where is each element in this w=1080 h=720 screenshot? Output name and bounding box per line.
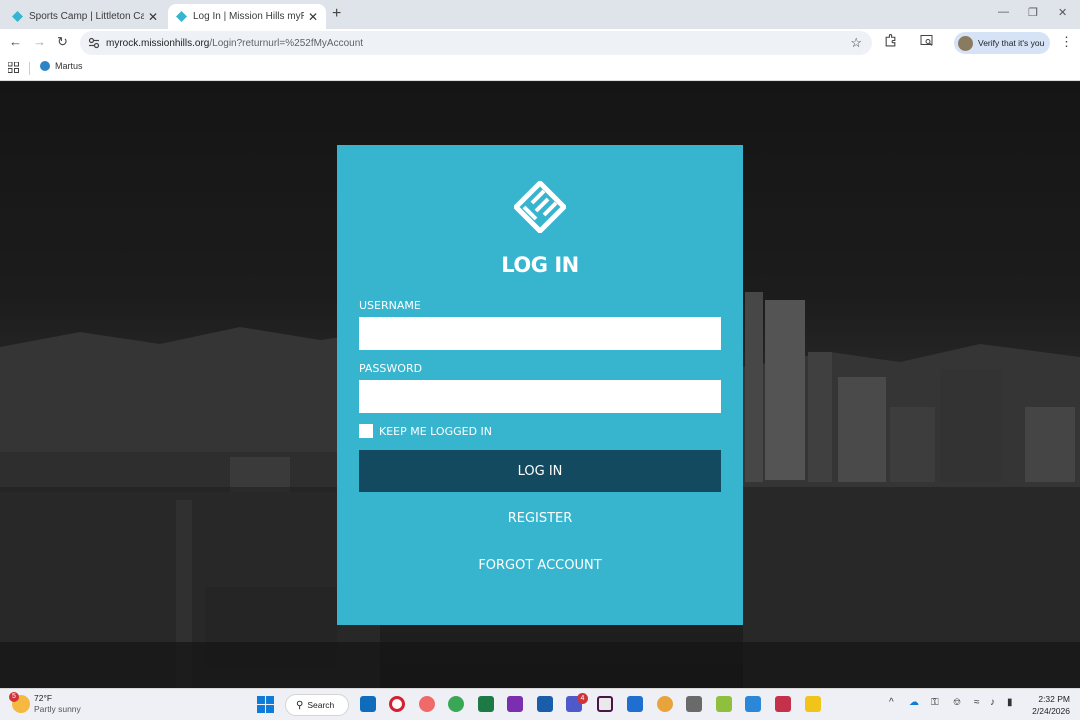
windows-start-icon[interactable] <box>257 696 274 713</box>
verify-identity-button[interactable]: Verify that it's you <box>954 32 1050 54</box>
excel-icon[interactable] <box>478 696 494 712</box>
back-button[interactable]: ← <box>9 35 22 48</box>
file-explorer-icon[interactable] <box>805 696 821 712</box>
tab-search-icon[interactable] <box>920 34 934 47</box>
clock-date: 2/24/2026 <box>1032 706 1070 716</box>
microphone-icon[interactable]: ⎊ <box>953 697 961 708</box>
store-icon[interactable] <box>745 696 761 712</box>
asana-icon[interactable] <box>419 696 435 712</box>
mission-hills-favicon-icon <box>12 11 23 22</box>
battery-icon[interactable]: ▮ <box>1007 697 1013 708</box>
login-button[interactable]: LOG IN <box>359 450 721 492</box>
show-hidden-icons-icon[interactable]: ^ <box>889 697 894 708</box>
profile-avatar <box>958 35 973 51</box>
calculator-icon[interactable] <box>686 696 702 712</box>
minimize-button[interactable]: — <box>998 6 1009 18</box>
tab-title: Sports Camp | Littleton Campus <box>29 11 144 22</box>
app-settings-icon[interactable] <box>627 696 643 712</box>
bookmarks-bar: Martus <box>0 57 1080 81</box>
reload-button[interactable]: ↻ <box>57 35 68 48</box>
username-input[interactable] <box>359 317 721 350</box>
bookmark-martus[interactable]: Martus <box>40 61 83 71</box>
maximize-button[interactable]: ❐ <box>1028 6 1038 19</box>
chrome-icon[interactable] <box>448 696 464 712</box>
search-label: Search <box>307 700 335 710</box>
tab-close-icon[interactable]: ✕ <box>308 11 318 23</box>
wifi-icon[interactable]: ≈ <box>974 697 980 708</box>
notepad-icon[interactable] <box>716 696 732 712</box>
password-input[interactable] <box>359 380 721 413</box>
bookmark-star-icon[interactable]: ☆ <box>850 35 862 51</box>
keep-logged-in-checkbox[interactable] <box>359 424 373 438</box>
bookmark-label: Martus <box>55 61 83 71</box>
tab-login[interactable]: Log In | Mission Hills myRock ✕ <box>168 4 326 29</box>
windows-taskbar: 5 72°F Partly sunny ⚲ Search 4 ^ ☁ ⚿ ⎊ ≈… <box>0 688 1080 720</box>
keep-logged-in-row[interactable]: KEEP ME LOGGED IN <box>359 424 492 438</box>
partly-sunny-icon: 5 <box>9 692 30 713</box>
mission-hills-logo-icon <box>514 181 566 233</box>
site-settings-icon[interactable] <box>88 37 100 49</box>
address-bar[interactable]: myrock.missionhills.org/Login?returnurl=… <box>80 31 872 55</box>
onenote-icon[interactable] <box>507 696 523 712</box>
volume-icon[interactable]: ♪ <box>990 697 995 708</box>
outlook-icon[interactable] <box>360 696 376 712</box>
url-host: myrock.missionhills.org <box>106 37 210 49</box>
extensions-icon[interactable] <box>884 34 897 47</box>
weather-temp: 72°F <box>34 693 53 703</box>
mission-hills-favicon-icon <box>176 11 187 22</box>
security-icon[interactable]: ⚿ <box>931 697 939 708</box>
martus-bookmark-icon <box>40 61 50 71</box>
apps-grid-icon[interactable] <box>8 62 19 73</box>
word-icon[interactable] <box>537 696 553 712</box>
login-card: LOG IN USERNAME PASSWORD KEEP ME LOGGED … <box>337 145 743 625</box>
url-path: /Login?returnurl=%252fMyAccount <box>209 37 364 49</box>
login-title: LOG IN <box>501 253 579 277</box>
opera-icon[interactable] <box>389 696 405 712</box>
feedback-icon[interactable] <box>775 696 791 712</box>
tab-sports-camp[interactable]: Sports Camp | Littleton Campus ✕ <box>4 4 166 29</box>
slack-icon[interactable] <box>597 696 613 712</box>
tab-title: Log In | Mission Hills myRock <box>193 11 304 22</box>
weather-badge: 5 <box>9 692 19 702</box>
taskbar-search[interactable]: ⚲ Search <box>285 694 349 716</box>
tab-close-icon[interactable]: ✕ <box>148 11 158 23</box>
weather-widget[interactable]: 5 72°F Partly sunny <box>9 692 81 715</box>
browser-tab-bar: Sports Camp | Littleton Campus ✕ Log In … <box>0 0 1080 29</box>
forgot-account-link[interactable]: FORGOT ACCOUNT <box>337 558 743 573</box>
close-window-button[interactable]: ✕ <box>1058 6 1067 19</box>
username-label: USERNAME <box>359 299 421 312</box>
search-icon: ⚲ <box>296 699 304 711</box>
forward-button[interactable]: → <box>33 35 46 48</box>
browser-toolbar: ← → ↻ myrock.missionhills.org/Login?retu… <box>0 29 1080 57</box>
new-tab-button[interactable]: + <box>332 5 341 23</box>
bookmark-separator <box>29 62 30 75</box>
teams-badge: 4 <box>577 693 588 704</box>
system-clock[interactable]: 2:32 PM 2/24/2026 <box>1022 693 1070 717</box>
clock-time: 2:32 PM <box>1038 694 1070 704</box>
password-label: PASSWORD <box>359 362 423 375</box>
onedrive-icon[interactable]: ☁ <box>909 697 919 708</box>
browser-menu-icon[interactable]: ⋮ <box>1060 34 1073 50</box>
login-page: LOG IN USERNAME PASSWORD KEEP ME LOGGED … <box>0 82 1080 688</box>
keep-logged-in-label: KEEP ME LOGGED IN <box>379 424 493 438</box>
verify-label: Verify that it's you <box>978 38 1045 48</box>
register-link[interactable]: REGISTER <box>337 511 743 526</box>
photos-icon[interactable] <box>657 696 673 712</box>
weather-condition: Partly sunny <box>34 704 81 714</box>
